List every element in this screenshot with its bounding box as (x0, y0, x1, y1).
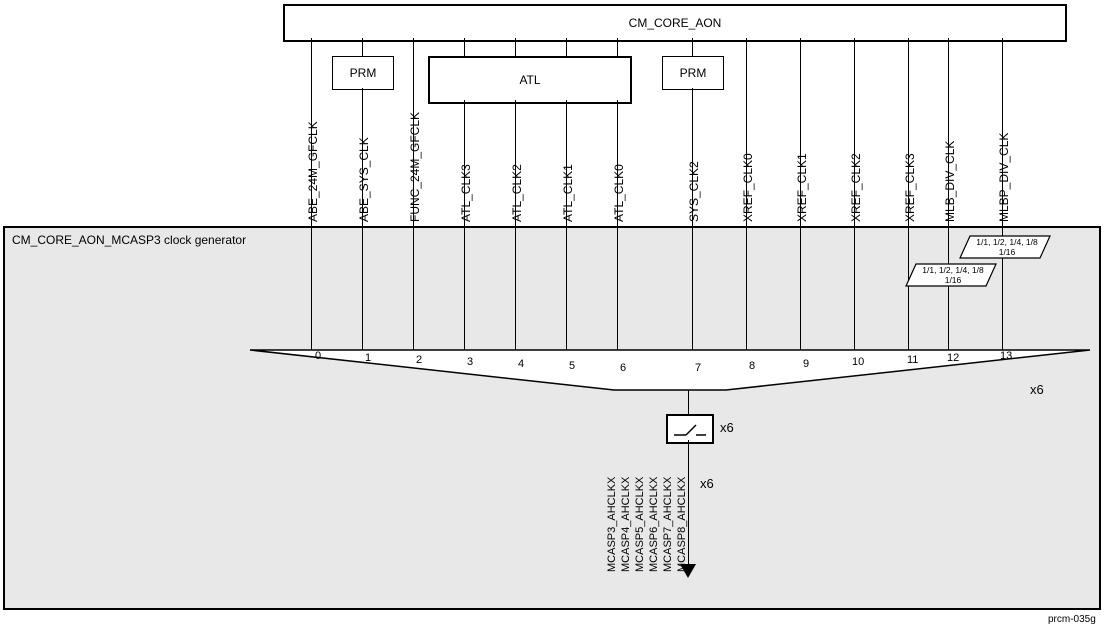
out-3: MCASP6_AHCLKX (648, 477, 660, 572)
wire (566, 38, 567, 56)
wire (617, 100, 618, 367)
wire (515, 100, 516, 362)
wire (566, 100, 567, 365)
out-2: MCASP5_AHCLKX (634, 477, 646, 572)
x6-mux: x6 (1030, 382, 1044, 397)
out-4: MCASP7_AHCLKX (662, 477, 674, 572)
mux-idx-10: 10 (852, 356, 864, 368)
prm-box-left: PRM (332, 56, 394, 90)
mux-idx-8: 8 (749, 360, 755, 372)
mux-idx-4: 4 (518, 358, 524, 370)
mux-idx-9: 9 (803, 358, 809, 370)
out-5: MCASP8_AHCLKX (676, 477, 688, 572)
wire (362, 88, 363, 356)
sig-2: FUNC_24M_GFCLK (408, 112, 422, 222)
wire (464, 38, 465, 56)
sig-1: ABE_SYS_CLK (357, 137, 371, 222)
wire (688, 390, 689, 414)
x6-switch: x6 (720, 420, 734, 435)
sig-11: XREF_CLK3 (903, 153, 917, 222)
sig-12: MLB_DIV_CLK (943, 141, 957, 222)
sig-0: ABE_24M_GFCLK (306, 121, 320, 222)
switch-box (666, 414, 714, 444)
prm-label-1: PRM (350, 66, 377, 80)
sig-6: ATL_CLK0 (612, 164, 626, 222)
out-1: MCASP4_AHCLKX (620, 477, 632, 572)
mux-idx-13: 13 (1000, 350, 1012, 362)
mux-idx-1: 1 (365, 352, 371, 364)
divider-text-13: 1/1, 1/2, 1/4, 1/81/16 (973, 237, 1041, 257)
sig-8: XREF_CLK0 (741, 153, 755, 222)
wire (362, 38, 363, 56)
wire (1002, 258, 1003, 356)
out-0: MCASP3_AHCLKX (606, 477, 618, 572)
diagram: CM_CORE_AON PRM ATL PRM CM_CORE_AON_MCAS… (0, 0, 1105, 636)
mux-idx-12: 12 (947, 352, 959, 364)
mux-idx-11: 11 (907, 354, 918, 366)
prm-label-2: PRM (680, 66, 707, 80)
prm-box-right: PRM (662, 56, 724, 90)
mux-idx-7: 7 (695, 362, 701, 374)
sig-4: ATL_CLK2 (510, 164, 524, 222)
wire (688, 440, 689, 570)
x6-output: x6 (700, 476, 714, 491)
mux-idx-2: 2 (416, 354, 422, 366)
wire (692, 88, 693, 370)
mux-shape (250, 350, 1090, 400)
sig-3: ATL_CLK3 (459, 164, 473, 222)
clock-generator-title: CM_CORE_AON_MCASP3 clock generator (12, 233, 246, 247)
atl-label: ATL (519, 73, 540, 87)
atl-box: ATL (428, 56, 632, 104)
wire (464, 100, 465, 360)
sig-7: SYS_CLK2 (687, 161, 701, 222)
sig-9: XREF_CLK1 (795, 153, 809, 222)
wire (515, 38, 516, 56)
switch-icon (672, 419, 708, 439)
cm-core-aon-label: CM_CORE_AON (629, 16, 722, 30)
wire (617, 38, 618, 56)
wire (948, 286, 949, 360)
mux-idx-0: 0 (315, 350, 321, 362)
mux-idx-6: 6 (620, 362, 626, 374)
sig-13: MLBP_DIV_CLK (997, 133, 1011, 222)
sig-10: XREF_CLK2 (849, 153, 863, 222)
mux-idx-5: 5 (569, 360, 575, 372)
mux-idx-3: 3 (467, 356, 473, 368)
sig-5: ATL_CLK1 (561, 164, 575, 222)
figure-id: prcm-035g (1048, 614, 1096, 625)
wire (692, 38, 693, 56)
cm-core-aon-box: CM_CORE_AON (283, 4, 1067, 42)
divider-text-12: 1/1, 1/2, 1/4, 1/81/16 (919, 265, 987, 285)
